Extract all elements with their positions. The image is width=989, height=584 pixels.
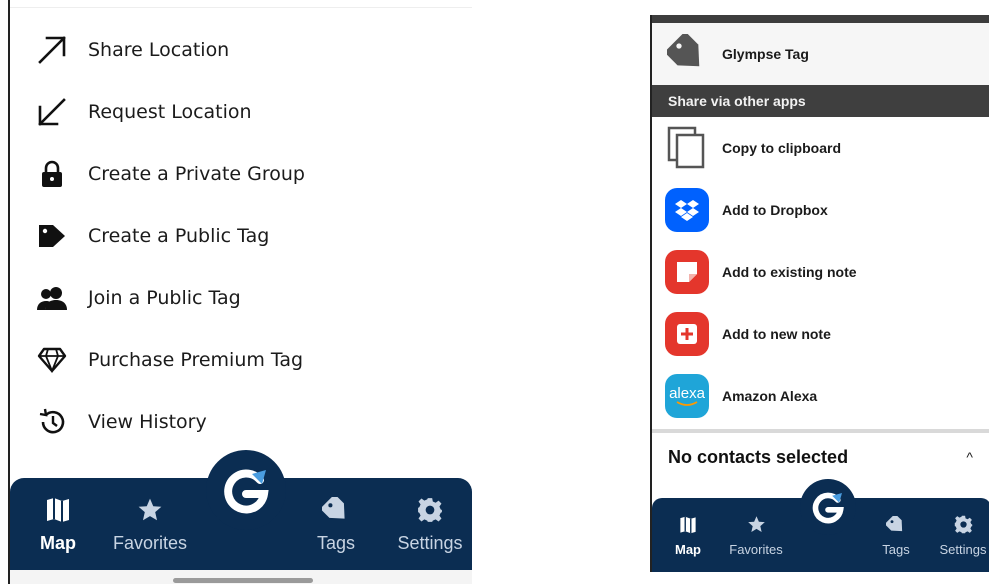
- contacts-status-text: No contacts selected: [668, 446, 849, 467]
- chevron-up-icon[interactable]: ^: [966, 449, 973, 465]
- nav-label: Map: [675, 541, 701, 557]
- add-to-existing-note-row[interactable]: Add to existing note: [652, 241, 989, 303]
- glympse-fab-button[interactable]: [206, 450, 286, 530]
- lock-icon: [10, 143, 100, 205]
- copy-to-clipboard-row[interactable]: Copy to clipboard: [652, 117, 989, 179]
- copy-icon: [652, 117, 722, 179]
- tag-icon: [10, 205, 100, 267]
- alexa-logo-text: alexa: [669, 384, 705, 402]
- share-option-label: Add to new note: [722, 326, 831, 342]
- contacts-selection-bar[interactable]: No contacts selected ^: [652, 433, 989, 481]
- nav-settings[interactable]: Settings: [392, 478, 468, 570]
- glympse-fab-button[interactable]: [800, 479, 856, 535]
- glympse-tag-row[interactable]: Glympse Tag: [652, 23, 989, 85]
- star-icon: [137, 495, 163, 525]
- top-bar: [652, 15, 989, 23]
- nav-label: Settings: [939, 541, 987, 557]
- nav-label: Settings: [397, 532, 463, 553]
- menu-item-label: Purchase Premium Tag: [88, 349, 304, 371]
- glympse-menu-panel: Share Location Request Location Create a…: [8, 0, 472, 584]
- diamond-icon: [10, 329, 100, 391]
- tag-icon: [886, 514, 906, 536]
- purchase-premium-tag-item[interactable]: Purchase Premium Tag: [10, 329, 472, 391]
- share-option-label: Add to Dropbox: [722, 202, 828, 218]
- tag-icon: [652, 23, 722, 85]
- map-icon: [46, 495, 70, 525]
- view-history-item[interactable]: View History: [10, 391, 472, 453]
- nav-favorites[interactable]: Favorites: [110, 478, 190, 570]
- share-sheet-panel: Glympse Tag Share via other apps Copy to…: [650, 15, 989, 572]
- share-option-label: Copy to clipboard: [722, 140, 841, 156]
- share-location-item[interactable]: Share Location: [10, 19, 472, 81]
- menu-item-label: Join a Public Tag: [88, 287, 241, 309]
- request-location-item[interactable]: Request Location: [10, 81, 472, 143]
- new-note-icon: [665, 312, 709, 356]
- create-public-tag-item[interactable]: Create a Public Tag: [10, 205, 472, 267]
- nav-label: Tags: [882, 541, 910, 557]
- people-icon: [10, 267, 100, 329]
- menu-item-label: Create a Private Group: [88, 163, 305, 185]
- top-strip: [10, 0, 472, 8]
- gear-icon: [954, 514, 973, 536]
- arrow-down-left-icon: [10, 81, 100, 143]
- add-to-new-note-row[interactable]: Add to new note: [652, 303, 989, 365]
- map-icon: [679, 514, 697, 536]
- note-icon: [665, 250, 709, 294]
- arrow-up-right-icon: [10, 19, 100, 81]
- join-public-tag-item[interactable]: Join a Public Tag: [10, 267, 472, 329]
- nav-map[interactable]: Map: [668, 498, 708, 572]
- create-private-group-item[interactable]: Create a Private Group: [10, 143, 472, 205]
- dropbox-icon: [665, 188, 709, 232]
- nav-label: Map: [40, 532, 76, 553]
- nav-settings[interactable]: Settings: [936, 498, 989, 572]
- share-option-label: Amazon Alexa: [722, 388, 818, 404]
- nav-label: Tags: [316, 532, 356, 553]
- menu-item-label: View History: [88, 411, 207, 433]
- nav-tags[interactable]: Tags: [306, 478, 366, 570]
- menu-item-label: Share Location: [88, 39, 230, 61]
- glympse-tag-label: Glympse Tag: [722, 46, 809, 62]
- alexa-icon: alexa: [665, 374, 709, 418]
- nav-map[interactable]: Map: [28, 478, 88, 570]
- share-option-label: Add to existing note: [722, 264, 857, 280]
- glympse-logo-icon: [812, 492, 844, 524]
- menu-item-label: Create a Public Tag: [88, 225, 270, 247]
- home-indicator[interactable]: [173, 578, 313, 583]
- nav-label: Favorites: [729, 541, 783, 557]
- gear-icon: [417, 495, 443, 525]
- nav-favorites[interactable]: Favorites: [724, 498, 788, 572]
- amazon-alexa-row[interactable]: alexa Amazon Alexa: [652, 365, 989, 427]
- add-to-dropbox-row[interactable]: Add to Dropbox: [652, 179, 989, 241]
- nav-tags[interactable]: Tags: [874, 498, 918, 572]
- share-section-header: Share via other apps: [652, 85, 989, 117]
- glympse-logo-icon: [224, 469, 269, 514]
- star-icon: [747, 514, 766, 536]
- tag-icon: [322, 495, 350, 525]
- nav-label: Favorites: [112, 532, 188, 553]
- menu-item-label: Request Location: [88, 101, 252, 123]
- history-icon: [10, 391, 100, 453]
